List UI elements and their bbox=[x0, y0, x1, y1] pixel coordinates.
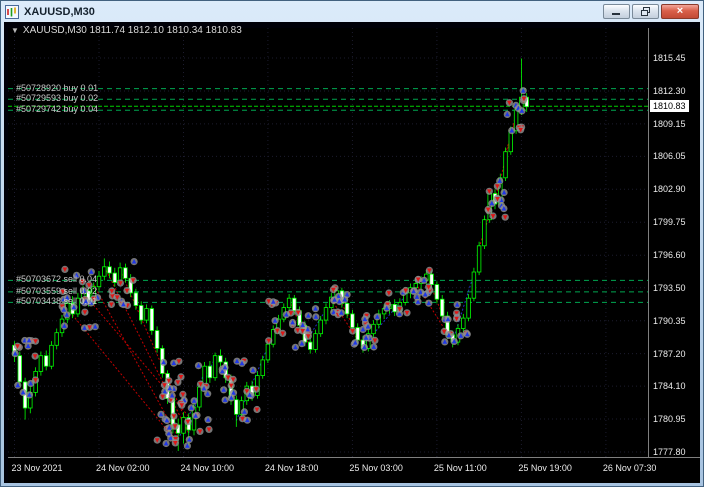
candle-body bbox=[50, 345, 54, 366]
candle-body bbox=[139, 306, 143, 321]
candle-body bbox=[150, 309, 154, 331]
candle-body bbox=[472, 272, 476, 298]
price-axis-label: 1802.90 bbox=[653, 184, 686, 194]
price-axis-label: 1790.35 bbox=[653, 316, 686, 326]
candle-body bbox=[55, 333, 59, 346]
price-axis-label: 1784.10 bbox=[653, 381, 686, 391]
time-axis-label: 25 Nov 19:00 bbox=[518, 463, 572, 473]
chart-icon bbox=[5, 5, 19, 19]
candle-body bbox=[504, 152, 508, 178]
titlebar[interactable]: XAUUSD,M30 × bbox=[1, 1, 703, 22]
candle-body bbox=[462, 318, 466, 328]
minimize-icon bbox=[612, 3, 621, 21]
candle-body bbox=[477, 246, 481, 272]
candle-body bbox=[414, 284, 418, 288]
candle-body bbox=[319, 320, 323, 334]
candle-body bbox=[467, 298, 471, 318]
candlestick-chart[interactable] bbox=[8, 28, 648, 457]
candle-body bbox=[97, 276, 101, 287]
price-axis-label: 1815.45 bbox=[653, 53, 686, 63]
candle-body bbox=[440, 299, 444, 316]
candle-body bbox=[113, 273, 117, 282]
price-axis-label: 1787.20 bbox=[653, 349, 686, 359]
symbol-ohlc-text: XAUUSD,M30 1811.74 1812.10 1810.34 1810.… bbox=[23, 25, 242, 36]
chart-info-line: ▼ XAUUSD,M30 1811.74 1812.10 1810.34 1810… bbox=[11, 25, 242, 36]
candle-body bbox=[372, 324, 376, 333]
price-axis-label: 1806.05 bbox=[653, 151, 686, 161]
candle-body bbox=[219, 356, 223, 362]
candle-body bbox=[287, 298, 291, 307]
candle-body bbox=[393, 304, 397, 311]
candle-body bbox=[483, 220, 487, 246]
restore-icon bbox=[641, 3, 651, 21]
time-axis-label: 23 Nov 2021 bbox=[12, 463, 63, 473]
time-axis-label: 26 Nov 07:30 bbox=[603, 463, 657, 473]
current-price-badge: 1810.83 bbox=[650, 100, 689, 112]
candle-body bbox=[356, 328, 360, 341]
price-axis-label: 1796.60 bbox=[653, 250, 686, 260]
restore-button[interactable] bbox=[632, 4, 659, 19]
candle-body bbox=[345, 303, 349, 314]
candle-body bbox=[18, 356, 22, 382]
price-axis-label: 1799.75 bbox=[653, 217, 686, 227]
candle-body bbox=[213, 356, 217, 378]
price-axis-label: 1809.15 bbox=[653, 119, 686, 129]
time-axis-label: 25 Nov 11:00 bbox=[434, 463, 487, 473]
close-button[interactable]: × bbox=[661, 4, 699, 19]
candle-body bbox=[293, 298, 297, 311]
candle-body bbox=[39, 356, 43, 372]
candle-body bbox=[155, 331, 159, 349]
price-axis-label: 1780.95 bbox=[653, 414, 686, 424]
price-axis[interactable]: 1815.45 1812.30 1809.15 1806.05 1802.90 1799.… bbox=[648, 28, 700, 457]
candle-body bbox=[314, 334, 318, 350]
candle-body bbox=[44, 356, 48, 367]
candle-body bbox=[308, 342, 312, 349]
candle-body bbox=[198, 387, 202, 407]
mt4-chart-window: XAUUSD,M30 × ▼ XAUUSD,M30 1811.74 1812.10… bbox=[0, 0, 704, 487]
candle-body bbox=[182, 418, 186, 434]
price-axis-label: 1812.30 bbox=[653, 86, 686, 96]
candle-body bbox=[430, 274, 434, 285]
time-axis-label: 24 Nov 10:00 bbox=[181, 463, 235, 473]
candle-body bbox=[103, 267, 107, 276]
chart-client-area[interactable]: ▼ XAUUSD,M30 1811.74 1812.10 1810.34 1810… bbox=[4, 22, 700, 483]
candle-body bbox=[261, 360, 265, 376]
price-axis-label: 1777.80 bbox=[653, 447, 686, 457]
time-axis-label: 24 Nov 18:00 bbox=[265, 463, 319, 473]
candle-body bbox=[266, 344, 270, 360]
minimize-button[interactable] bbox=[603, 4, 630, 19]
price-axis-label: 1793.50 bbox=[653, 283, 686, 293]
chart-dropdown-arrow-icon[interactable]: ▼ bbox=[11, 26, 19, 35]
time-axis[interactable]: 23 Nov 2021 24 Nov 02:00 24 Nov 10:00 24 No… bbox=[8, 457, 700, 483]
candle-body bbox=[134, 293, 138, 306]
candle-body bbox=[208, 366, 212, 378]
candle-body bbox=[324, 308, 328, 321]
time-axis-label: 24 Nov 02:00 bbox=[96, 463, 150, 473]
candle-body bbox=[145, 309, 149, 321]
candle-body bbox=[435, 285, 439, 300]
candle-body bbox=[351, 314, 355, 328]
candle-body bbox=[108, 267, 112, 273]
candle-body bbox=[124, 268, 128, 279]
candle-body bbox=[235, 400, 239, 415]
window-title: XAUUSD,M30 bbox=[24, 6, 603, 18]
close-icon: × bbox=[677, 6, 683, 17]
time-axis-label: 25 Nov 03:00 bbox=[349, 463, 403, 473]
